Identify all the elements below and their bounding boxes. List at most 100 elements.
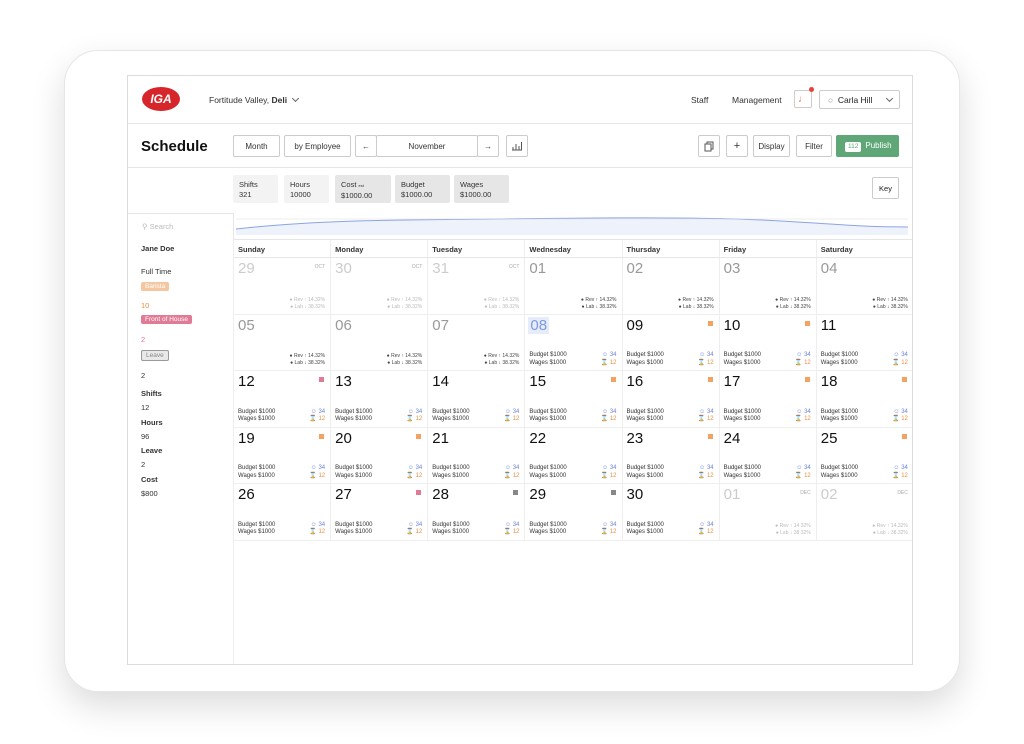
wages-label: Wages	[723, 359, 743, 366]
budget-value: $1000	[550, 352, 567, 359]
hourglass-icon: ⌛	[892, 359, 900, 366]
top-header: IGA Fortitude Valley, Deli Staff Managem…	[128, 76, 912, 124]
calendar-day-cell[interactable]: 04 ● Rev ↑ 14.32% ● Lab ↓ 38.32%	[817, 258, 912, 315]
calendar-day-cell[interactable]: 02 DEC ● Rev ↑ 14.32% ● Lab ↓ 38.32%	[817, 484, 912, 541]
calendar-day-cell[interactable]: 06 ● Rev ↑ 14.32% ● Lab ↓ 38.32%	[331, 314, 429, 372]
view-month-button[interactable]: Month	[233, 135, 280, 157]
month-calendar-grid: Sunday Monday Tuesday Wednesday Thursday…	[234, 239, 912, 541]
role-tag-front-of-house[interactable]: Front of House	[141, 315, 192, 324]
staff-count-value: 34	[706, 465, 714, 472]
prev-period-button[interactable]: ←	[355, 135, 377, 157]
role-tag-barista[interactable]: Barista	[141, 282, 170, 291]
wages-label: Wages	[529, 472, 548, 479]
calendar-day-cell[interactable]: 01 ● Rev ↑ 14.32% ● Lab ↓ 38.32%	[525, 258, 623, 315]
day-number: 25	[820, 429, 838, 447]
wages-label: Wages	[529, 416, 548, 423]
rev-row: ● Rev ↑ 14.32%	[483, 353, 520, 360]
calendar-day-cell[interactable]: 05 ● Rev ↑ 14.32% ● Lab ↓ 38.32%	[234, 314, 332, 372]
lab-value: 38.32%	[308, 303, 326, 310]
wages-row: Wages $1000	[821, 360, 858, 368]
calendar-day-cell[interactable]: 18 Budget $1000 Wages $1000 ☺ 34 ⌛ 12	[817, 371, 912, 428]
calendar-day-cell[interactable]: 15 Budget $1000 Wages $1000 ☺ 34 ⌛ 12	[525, 371, 623, 428]
key-button[interactable]: Key	[872, 177, 899, 199]
calendar-day-cell[interactable]: 20 Budget $1000 Wages $1000 ☺ 34 ⌛ 12	[331, 427, 429, 485]
month-abbrev: OCT	[508, 264, 520, 270]
calendar-day-cell[interactable]: 25 Budget $1000 Wages $1000 ☺ 34 ⌛ 12	[817, 428, 912, 485]
wages-row: Wages $1000	[238, 473, 275, 481]
add-button[interactable]: +	[726, 135, 748, 157]
hourglass-icon: ⌛	[697, 529, 706, 536]
calendar-day-cell[interactable]: 31 OCT ● Rev ↑ 14.32% ● Lab ↓ 38.32%	[428, 258, 526, 315]
period-label[interactable]: November	[376, 135, 478, 157]
wages-label: Wages	[335, 472, 354, 479]
calendar-day-cell[interactable]: 10 Budget $1000 Wages $1000 ☺ 34 ⌛ 12	[720, 314, 817, 372]
calendar-day-cell[interactable]: 07 ● Rev ↑ 14.32% ● Lab ↓ 38.32%	[428, 314, 526, 372]
wages-row: Wages $1000	[238, 416, 275, 424]
role-tag-leave[interactable]: Leave	[141, 350, 169, 361]
people-icon: ☺	[796, 465, 803, 472]
nav-staff[interactable]: Staff	[691, 95, 708, 105]
hours-count: ⌛ 12	[406, 473, 422, 481]
calendar-day-cell[interactable]: 13 Budget $1000 Wages $1000 ☺ 34 ⌛ 12	[331, 371, 429, 428]
calendar-day-cell[interactable]: 24 Budget $1000 Wages $1000 ☺ 34 ⌛ 12	[720, 427, 817, 485]
calendar-day-cell-today[interactable]: 08 Budget $1000 Wages $1000 ☺ 34 ⌛ 12	[525, 314, 623, 372]
calendar-day-cell[interactable]: 26 Budget $1000 Wages $1000 ☺ 34 ⌛ 12	[234, 484, 332, 541]
calendar-day-cell[interactable]: 01 DEC ● Rev ↑ 14.32% ● Lab ↓ 38.32%	[720, 484, 817, 541]
staff-count: ☺ 34	[795, 352, 811, 360]
filter-button[interactable]: Filter	[796, 135, 832, 157]
calendar-day-cell[interactable]: 29 Budget $1000 Wages $1000 ☺ 34 ⌛ 12	[525, 484, 623, 541]
calendar-day-cell[interactable]: 14 Budget $1000 Wages $1000 ☺ 34 ⌛ 12	[428, 371, 526, 428]
calendar-day-cell[interactable]: 29 OCT ● Rev ↑ 14.32% ● Lab ↓ 38.32%	[234, 258, 332, 315]
weekday-label: Thursday	[623, 240, 720, 257]
rev-row: ● Rev ↑ 14.32%	[483, 296, 520, 303]
calendar-day-cell[interactable]: 09 Budget $1000 Wages $1000 ☺ 34 ⌛ 12	[623, 314, 720, 372]
budget-row: Budget $1000	[238, 409, 275, 417]
lab-label: Lab	[683, 303, 692, 310]
nav-management[interactable]: Management	[732, 95, 782, 105]
calendar-day-cell[interactable]: 22 Budget $1000 Wages $1000 ☺ 34 ⌛ 12	[525, 427, 623, 485]
publish-button[interactable]: 112 Publish	[836, 135, 899, 157]
rev-value: 14.32%	[405, 296, 423, 303]
next-period-button[interactable]: →	[477, 135, 499, 157]
calendar-day-cell[interactable]: 11 Budget $1000 Wages $1000 ☺ 34 ⌛ 12	[817, 315, 912, 372]
stat-cost-value: $1000.00	[341, 191, 373, 200]
hours-count-value: 12	[512, 472, 520, 479]
rev-lab-summary: ● Rev ↑ 14.32% ● Lab ↓ 38.32%	[290, 297, 326, 311]
store-selector[interactable]: Fortitude Valley, Deli	[209, 94, 300, 105]
rev-lab-summary: ● Rev ↑ 14.32% ● Lab ↓ 38.32%	[678, 297, 714, 311]
budget-wages-summary: Budget $1000 Wages $1000 ☺ 34 ⌛ 12	[627, 409, 714, 424]
lab-label: Lab	[780, 529, 789, 536]
wages-row: Wages $1000	[724, 416, 761, 424]
employee-name[interactable]: Jane Doe	[141, 244, 174, 253]
user-icon: ○	[828, 95, 834, 105]
rev-row: ● Rev ↑ 14.32%	[386, 353, 423, 360]
hours-count-value: 12	[609, 472, 617, 479]
calendar-week-row: 12 Budget $1000 Wages $1000 ☺ 34 ⌛ 12 13 Budge…	[234, 371, 912, 428]
calendar-day-cell[interactable]: 12 Budget $1000 Wages $1000 ☺ 34 ⌛ 12	[234, 371, 332, 428]
calendar-day-cell[interactable]: 30 Budget $1000 Wages $1000 ☺ 34 ⌛ 12	[623, 484, 720, 541]
hourglass-icon: ⌛	[406, 416, 414, 423]
calendar-day-cell[interactable]: 23 Budget $1000 Wages $1000 ☺ 34 ⌛ 12	[623, 427, 720, 485]
calendar-day-cell[interactable]: 02 ● Rev ↑ 14.32% ● Lab ↓ 38.32%	[623, 258, 720, 315]
hours-count-value: 12	[318, 472, 326, 479]
lab-row: ● Lab ↓ 38.32%	[872, 529, 908, 536]
copy-button[interactable]	[698, 135, 720, 157]
chart-toggle-button[interactable]	[506, 135, 528, 157]
calendar-day-cell[interactable]: 19 Budget $1000 Wages $1000 ☺ 34 ⌛ 12	[234, 427, 332, 485]
user-menu[interactable]: ○ Carla Hill	[819, 90, 900, 109]
calendar-day-cell[interactable]: 30 OCT ● Rev ↑ 14.32% ● Lab ↓ 38.32%	[331, 258, 429, 315]
calendar-day-cell[interactable]: 17 Budget $1000 Wages $1000 ☺ 34 ⌛ 12	[720, 371, 817, 428]
bell-icon[interactable]: ♩	[794, 90, 812, 108]
display-button[interactable]: Display	[753, 135, 790, 157]
wages-label: Wages	[335, 416, 354, 423]
calendar-day-cell[interactable]: 21 Budget $1000 Wages $1000 ☺ 34 ⌛ 12	[428, 427, 526, 485]
search-input[interactable]: ⚲ Search	[128, 213, 234, 239]
lab-value: 38.32%	[308, 360, 326, 367]
group-by-employee-button[interactable]: by Employee	[284, 135, 351, 157]
calendar-day-cell[interactable]: 28 Budget $1000 Wages $1000 ☺ 34 ⌛ 12	[428, 484, 526, 541]
rev-lab-summary: ● Rev ↑ 14.32% ● Lab ↓ 38.32%	[872, 523, 908, 537]
budget-row: Budget $1000	[627, 522, 664, 530]
calendar-day-cell[interactable]: 16 Budget $1000 Wages $1000 ☺ 34 ⌛ 12	[623, 371, 720, 428]
calendar-day-cell[interactable]: 27 Budget $1000 Wages $1000 ☺ 34 ⌛ 12	[331, 484, 429, 541]
calendar-day-cell[interactable]: 03 ● Rev ↑ 14.32% ● Lab ↓ 38.32%	[720, 258, 817, 315]
